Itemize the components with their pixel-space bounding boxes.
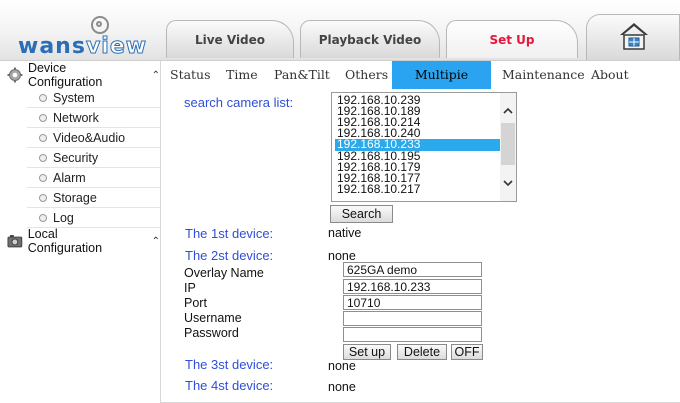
- scroll-thumb[interactable]: [501, 123, 515, 165]
- sidebar-item-label: Log: [53, 211, 74, 225]
- setup-button-label: Set up: [348, 345, 386, 359]
- gear-icon: [7, 67, 23, 83]
- off-button[interactable]: OFF: [451, 344, 483, 360]
- username-label: Username: [184, 311, 242, 325]
- device3-value: none: [328, 359, 356, 373]
- sidebar-item-label: System: [53, 91, 95, 105]
- sidebar-item-label: Network: [53, 111, 99, 125]
- sidebar-item-system[interactable]: System: [27, 89, 160, 108]
- chevron-up-icon[interactable]: ⌃: [152, 70, 160, 81]
- sidebar-item-label: Storage: [53, 191, 97, 205]
- sidebar-item-label: Alarm: [53, 171, 86, 185]
- tab-set-up[interactable]: Set Up: [446, 20, 578, 58]
- home-button[interactable]: [586, 14, 680, 60]
- settings-subtabs: Status Time Pan&Tilt Others Multipie Set…: [161, 61, 680, 110]
- bullet-icon: [39, 214, 47, 222]
- password-field[interactable]: [343, 327, 482, 342]
- logo-swirl-icon: [91, 16, 109, 34]
- setup-button[interactable]: Set up: [343, 344, 391, 360]
- logo-text-primary: wans: [18, 34, 86, 59]
- port-label: Port: [184, 296, 207, 310]
- subtab-label: Status: [170, 67, 211, 82]
- tab-set-up-label: Set Up: [489, 32, 535, 47]
- device2-value: none: [328, 249, 356, 263]
- home-icon: [620, 23, 648, 50]
- port-field[interactable]: 10710: [343, 295, 482, 310]
- sidebar-section-label: Local Configuration: [27, 227, 103, 255]
- sidebar-section-label: Device Configuration: [27, 61, 103, 89]
- bullet-icon: [39, 134, 47, 142]
- sidebar: Device Configuration ⌃ System Network Vi…: [0, 61, 161, 403]
- device2-label: The 2st device:: [185, 248, 274, 263]
- sidebar-item-log[interactable]: Log: [27, 209, 160, 228]
- subtab-label: Others: [345, 67, 389, 82]
- camera-list-item[interactable]: 192.168.10.217: [335, 183, 500, 195]
- overlay-name-field[interactable]: 625GA demo: [343, 262, 482, 277]
- sidebar-item-network[interactable]: Network: [27, 109, 160, 128]
- subtab-label: Time: [226, 67, 258, 82]
- subtab-about[interactable]: About: [591, 61, 629, 89]
- scroll-down-icon[interactable]: [503, 179, 513, 187]
- device1-label: The 1st device:: [185, 226, 274, 241]
- chevron-up-icon[interactable]: ⌃: [152, 236, 160, 247]
- subtab-time[interactable]: Time: [226, 61, 258, 89]
- camera-list[interactable]: 192.168.10.239 192.168.10.189 192.168.10…: [331, 92, 517, 202]
- wansview-logo: wansview: [8, 14, 156, 60]
- scroll-up-icon[interactable]: [503, 107, 513, 115]
- bullet-icon: [39, 94, 47, 102]
- subtab-label: Maintenance: [502, 67, 585, 82]
- multiple-settings-panel: search camera list: 192.168.10.239 192.1…: [161, 89, 680, 403]
- subtab-others[interactable]: Others: [345, 61, 388, 89]
- search-button[interactable]: Search: [330, 205, 393, 223]
- tab-live-video[interactable]: Live Video: [166, 20, 294, 58]
- device4-value: none: [328, 380, 356, 394]
- search-button-label: Search: [341, 207, 382, 221]
- sidebar-item-storage[interactable]: Storage: [27, 189, 160, 208]
- delete-button[interactable]: Delete: [397, 344, 447, 360]
- sidebar-item-alarm[interactable]: Alarm: [27, 169, 160, 188]
- sidebar-item-label: Video&Audio: [53, 131, 126, 145]
- local-config-icon: [7, 235, 23, 248]
- tab-live-video-label: Live Video: [194, 32, 266, 47]
- device3-label: The 3st device:: [185, 357, 274, 372]
- sidebar-item-security[interactable]: Security: [27, 149, 160, 168]
- bullet-icon: [39, 154, 47, 162]
- ip-field[interactable]: 192.168.10.233: [343, 279, 482, 294]
- overlay-name-label: Overlay Name: [184, 266, 264, 280]
- subtab-maintenance[interactable]: Maintenance: [502, 61, 585, 89]
- off-button-label: OFF: [454, 345, 480, 359]
- subtab-pan-tilt[interactable]: Pan&Tilt: [274, 61, 330, 89]
- ip-label: IP: [184, 281, 196, 295]
- bullet-icon: [39, 194, 47, 202]
- tab-playback-video-label: Playback Video: [318, 32, 422, 47]
- sidebar-item-video-audio[interactable]: Video&Audio: [27, 129, 160, 148]
- bullet-icon: [39, 174, 47, 182]
- sidebar-section-device-configuration[interactable]: Device Configuration ⌃: [0, 61, 160, 89]
- subtab-label: About: [591, 67, 629, 82]
- bullet-icon: [39, 114, 47, 122]
- sidebar-item-label: Security: [53, 151, 99, 165]
- sidebar-section-local-configuration[interactable]: Local Configuration ⌃: [0, 227, 160, 255]
- subtab-multiple-settings[interactable]: Multipie Settings: [392, 61, 491, 110]
- subtab-status[interactable]: Status: [170, 61, 211, 89]
- username-field[interactable]: [343, 311, 482, 326]
- password-label: Password: [184, 326, 239, 340]
- camera-list-scrollbar[interactable]: [500, 93, 516, 201]
- tab-playback-video[interactable]: Playback Video: [300, 20, 440, 58]
- search-camera-label: search camera list:: [184, 95, 294, 110]
- device4-label: The 4st device:: [185, 378, 274, 393]
- delete-button-label: Delete: [403, 345, 441, 359]
- subtab-label: Pan&Tilt: [274, 67, 330, 82]
- logo-text-secondary: view: [85, 34, 148, 60]
- device1-value: native: [328, 226, 362, 240]
- header-bar: wansview Live Video Playback Video Set U…: [0, 0, 680, 61]
